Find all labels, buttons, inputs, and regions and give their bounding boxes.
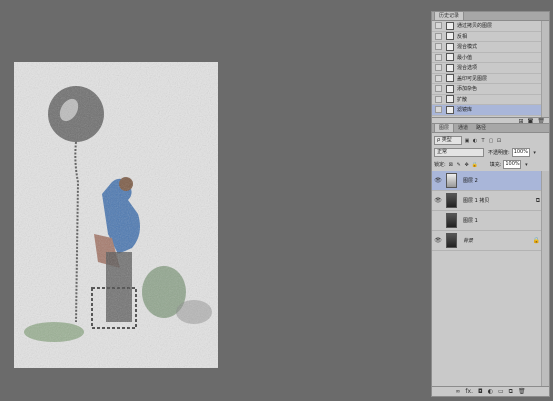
adjustment-layer-icon[interactable]: ◐	[488, 388, 493, 395]
history-source-checkbox[interactable]	[435, 106, 442, 114]
tab-channels[interactable]: 通道	[454, 124, 472, 132]
history-item-label: 混合选项	[457, 65, 478, 72]
blend-mode-select[interactable]: 正常	[434, 148, 484, 157]
history-state-icon	[446, 74, 454, 83]
history-item[interactable]: 反相	[432, 32, 543, 42]
layers-panel: 图层 通道 路径 ρ 类型 ▣ ◐ T ▢ ⊡ 正常 不透明度: 100% ▾ …	[431, 123, 550, 397]
history-source-checkbox[interactable]	[435, 85, 442, 93]
history-state-icon	[446, 21, 454, 30]
history-source-checkbox[interactable]	[435, 95, 442, 103]
history-source-checkbox[interactable]	[435, 22, 442, 30]
layer-row[interactable]: 图层 1	[432, 211, 543, 231]
history-item[interactable]: 盖印可见图层	[432, 74, 543, 84]
history-item-label: 添加杂色	[457, 86, 478, 93]
history-item[interactable]: 扩散	[432, 95, 543, 105]
opacity-input[interactable]: 100%	[511, 148, 530, 157]
lock-label: 锁定:	[434, 162, 446, 168]
history-item[interactable]: 混合模式	[432, 42, 543, 53]
history-source-checkbox[interactable]	[435, 64, 442, 72]
history-item-label: 通过拷贝的图层	[457, 23, 493, 30]
history-state-icon	[446, 32, 454, 41]
new-layer-icon[interactable]: ⧉	[509, 388, 513, 395]
layer-name[interactable]: 图层 1 拷贝	[463, 197, 489, 204]
layer-thumbnail	[446, 213, 457, 228]
new-group-icon[interactable]: ▭	[498, 388, 504, 395]
layer-row[interactable]: 👁 背景 🔒	[432, 231, 543, 251]
history-source-checkbox[interactable]	[435, 32, 442, 40]
history-state-icon	[446, 95, 454, 104]
history-item[interactable]: 通过拷贝的图层	[432, 21, 543, 32]
visibility-eye-icon[interactable]: 👁	[434, 236, 442, 246]
layer-row[interactable]: 👁 图层 1 拷贝 ⧉	[432, 191, 543, 211]
fx-icon[interactable]: fx.	[465, 388, 473, 395]
history-panel: 历史记录 通过拷贝的图层 反相混合模式最小值混合选项盖印可见图层 添加杂色扩散滤镜库…	[431, 11, 550, 127]
chevron-down-icon[interactable]: ▾	[532, 150, 538, 156]
fill-input[interactable]: 100%	[503, 160, 522, 169]
history-item[interactable]: 混合选项	[432, 63, 543, 74]
lock-all-icon[interactable]: 🔒	[472, 162, 478, 168]
history-scrollbar[interactable]	[541, 21, 549, 117]
history-source-checkbox[interactable]	[435, 74, 442, 82]
link-layers-icon[interactable]: ∞	[455, 388, 460, 395]
opacity-label: 不透明度:	[488, 150, 510, 156]
history-source-checkbox[interactable]	[435, 43, 442, 51]
smart-filter-icon[interactable]: ⊡	[496, 138, 502, 144]
lock-paint-icon[interactable]: ✎	[456, 162, 462, 168]
history-item[interactable]: 添加杂色	[432, 84, 543, 95]
document-canvas[interactable]	[14, 62, 218, 368]
history-list: 通过拷贝的图层 反相混合模式最小值混合选项盖印可见图层 添加杂色扩散滤镜库	[432, 21, 543, 116]
history-item-label: 反相	[457, 33, 468, 40]
history-tabbar: 历史记录	[432, 11, 549, 21]
layer-thumbnail	[446, 173, 457, 188]
layers-footer: ∞ fx. ◘ ◐ ▭ ⧉ 🗑	[432, 386, 549, 396]
tab-history[interactable]: 历史记录	[434, 11, 465, 20]
history-item-label: 混合模式	[457, 44, 478, 51]
layer-name[interactable]: 背景	[463, 237, 473, 244]
history-state-icon	[446, 105, 454, 114]
layer-list: 👁 图层 2 👁 图层 1 拷贝 ⧉ 图层 1 👁 背景 🔒	[432, 171, 543, 251]
chevron-down-icon[interactable]: ▾	[523, 162, 529, 168]
layer-thumbnail	[446, 193, 457, 208]
history-item-label: 扩散	[457, 96, 468, 103]
layer-row[interactable]: 👁 图层 2	[432, 171, 543, 191]
history-item-label: 最小值	[457, 54, 473, 61]
tab-paths[interactable]: 路径	[472, 124, 490, 132]
history-state-icon	[446, 84, 454, 93]
trash-icon[interactable]: 🗑	[518, 388, 526, 395]
filter-kind-select[interactable]: ρ 类型	[434, 136, 462, 145]
layers-tabbar: 图层 通道 路径	[432, 123, 549, 133]
history-item-label: 盖印可见图层	[457, 75, 488, 82]
layer-filter-row: ρ 类型 ▣ ◐ T ▢ ⊡	[434, 136, 547, 145]
history-item[interactable]: 滤镜库	[432, 105, 543, 116]
smart-object-icon: ⧉	[535, 196, 540, 204]
blend-row: 正常 不透明度: 100% ▾	[434, 148, 547, 157]
history-state-icon	[446, 63, 454, 72]
layers-scrollbar[interactable]	[541, 171, 549, 386]
visibility-eye-icon[interactable]: 👁	[434, 176, 442, 186]
layer-name[interactable]: 图层 1	[463, 217, 478, 224]
adjust-filter-icon[interactable]: ◐	[472, 138, 478, 144]
add-mask-icon[interactable]: ◘	[478, 388, 483, 395]
history-state-icon	[446, 53, 454, 62]
visibility-eye-icon[interactable]: 👁	[434, 196, 442, 206]
visibility-eye-icon[interactable]	[434, 216, 442, 226]
history-item[interactable]: 最小值	[432, 53, 543, 63]
history-source-checkbox[interactable]	[435, 53, 442, 61]
history-state-icon	[446, 42, 454, 51]
lock-icon: 🔒	[532, 237, 540, 244]
layer-thumbnail	[446, 233, 457, 248]
shape-filter-icon[interactable]: ▢	[488, 138, 494, 144]
tab-layers[interactable]: 图层	[434, 123, 455, 132]
lock-move-icon[interactable]: ✥	[464, 162, 470, 168]
lock-transparent-icon[interactable]: ⊠	[448, 162, 454, 168]
layer-name[interactable]: 图层 2	[463, 177, 478, 184]
type-filter-icon[interactable]: T	[480, 138, 486, 144]
lock-row: 锁定: ⊠ ✎ ✥ 🔒 填充: 100% ▾	[434, 160, 547, 169]
canvas-artwork	[14, 62, 218, 368]
fill-label: 填充:	[489, 162, 502, 168]
history-item-label: 滤镜库	[457, 107, 473, 114]
image-filter-icon[interactable]: ▣	[464, 138, 470, 144]
